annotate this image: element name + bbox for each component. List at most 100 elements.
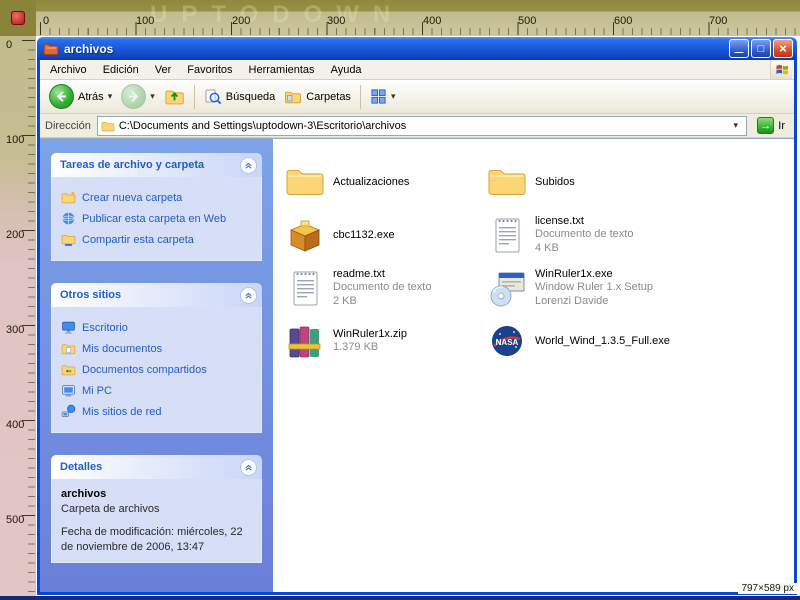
close-button[interactable]: × [773,39,793,58]
task-create-folder[interactable]: Crear nueva carpeta [61,190,252,205]
menu-bar: Archivo Edición Ver Favoritos Herramient… [40,60,794,80]
menu-edicion[interactable]: Edición [95,64,147,76]
place-label: Documentos compartidos [82,364,207,376]
go-button[interactable]: → Ir [753,117,789,134]
horizontal-ruler: UPTODOWN 0 100 200 300 400 500 600 700 [0,0,800,36]
file-tile-actualizaciones[interactable]: Actualizaciones [285,159,487,205]
folders-button[interactable]: Carpetas [281,86,354,108]
panel-file-tasks: Tareas de archivo y carpeta Crear nueva … [51,153,262,261]
ruler-tick-marks [40,22,800,35]
title-bar[interactable]: archivos — □ × [37,37,797,60]
task-share-folder[interactable]: Compartir esta carpeta [61,232,252,247]
ruler-app-icon [11,11,25,25]
file-tile-worldwind[interactable]: NASA World_Wind_1.3.5_Full.exe [487,318,794,364]
back-caret-icon: ▾ [108,91,113,102]
file-tile-subidos[interactable]: Subidos [487,159,794,205]
address-folder-icon [101,119,115,133]
place-label: Escritorio [82,322,128,334]
menu-herramientas[interactable]: Herramientas [241,64,323,76]
my-documents-icon [61,341,76,356]
address-dropdown-icon[interactable]: ▾ [728,120,743,131]
collapse-chevron-icon[interactable] [240,287,257,304]
panel-file-tasks-header[interactable]: Tareas de archivo y carpeta [51,153,262,177]
address-bar: Dirección C:\Documents and Settings\upto… [40,114,794,138]
place-desktop[interactable]: Escritorio [61,320,252,335]
text-file-icon [285,268,325,308]
file-type: Documento de texto [333,280,431,294]
file-name: readme.txt [333,268,431,280]
search-label: Búsqueda [226,91,276,103]
task-label: Compartir esta carpeta [82,234,194,246]
up-button[interactable] [161,84,188,109]
forward-icon [121,84,146,109]
search-button[interactable]: Búsqueda [201,86,279,108]
place-my-computer[interactable]: Mi PC [61,383,252,398]
collapse-chevron-icon[interactable] [240,459,257,476]
maximize-button[interactable]: □ [751,39,771,58]
forward-caret-icon: ▾ [150,91,155,102]
shared-documents-icon [61,362,76,377]
task-publish-web[interactable]: Publicar esta carpeta en Web [61,211,252,226]
folders-label: Carpetas [306,91,351,103]
ruler-tick-label: 0 [6,39,12,51]
network-places-icon [61,404,76,419]
file-name: Subidos [535,176,575,188]
file-tile-license[interactable]: license.txt Documento de texto 4 KB [487,212,794,258]
place-shared-documents[interactable]: Documentos compartidos [61,362,252,377]
ruler-corner [0,0,36,36]
winrar-archive-icon [285,321,325,361]
place-label: Mi PC [82,385,112,397]
file-size: 4 KB [535,241,633,255]
menu-ver[interactable]: Ver [147,64,180,76]
up-folder-icon [164,86,185,107]
place-my-documents[interactable]: Mis documentos [61,341,252,356]
panel-other-places-header[interactable]: Otros sitios [51,283,262,307]
panel-details-header[interactable]: Detalles [51,455,262,479]
ruler-tick-marks [22,40,35,596]
views-icon [370,88,387,105]
my-computer-icon [61,383,76,398]
panel-title: Detalles [60,461,102,473]
file-grid: Actualizaciones Subidos cbc1132.exe [285,159,794,364]
file-tile-winruler-zip[interactable]: WinRuler1x.zip 1.379 KB [285,318,487,364]
forward-button[interactable]: ▾ [118,82,158,111]
folder-icon [487,162,527,202]
panel-title: Otros sitios [60,289,121,301]
new-folder-icon [61,190,76,205]
place-label: Mis documentos [82,343,162,355]
file-publisher: Lorenzi Davide [535,294,653,308]
window-body: Archivo Edición Ver Favoritos Herramient… [37,60,797,595]
views-button[interactable]: ▾ [367,86,399,107]
go-arrow-icon: → [757,117,774,134]
menu-ayuda[interactable]: Ayuda [323,64,370,76]
address-label: Dirección [45,120,91,132]
file-tile-cbc1132[interactable]: cbc1132.exe [285,212,487,258]
folders-icon [284,88,302,106]
place-label: Mis sitios de red [82,406,161,418]
file-tile-winruler-exe[interactable]: WinRuler1x.exe Window Ruler 1.x Setup Lo… [487,265,794,311]
panel-details: Detalles archivos Carpeta de archivos Fe… [51,455,262,563]
minimize-button[interactable]: — [729,39,749,58]
file-name: cbc1132.exe [333,229,395,241]
folder-icon [285,162,325,202]
file-size: 1.379 KB [333,340,407,354]
go-label: Ir [778,120,785,132]
file-tile-readme[interactable]: readme.txt Documento de texto 2 KB [285,265,487,311]
installer-icon [487,268,527,308]
size-readout: 797×589 px [738,583,797,594]
back-button[interactable]: Atrás ▾ [46,82,115,111]
panel-other-places: Otros sitios Escritorio [51,283,262,433]
package-icon [285,215,325,255]
window-title: archivos [64,42,724,56]
panel-title: Tareas de archivo y carpeta [60,159,204,171]
back-label: Atrás [78,91,104,103]
address-input[interactable]: C:\Documents and Settings\uptodown-3\Esc… [119,120,724,132]
collapse-chevron-icon[interactable] [240,157,257,174]
address-field[interactable]: C:\Documents and Settings\uptodown-3\Esc… [97,116,747,136]
menu-favoritos[interactable]: Favoritos [179,64,240,76]
menu-archivo[interactable]: Archivo [42,64,95,76]
task-label: Publicar esta carpeta en Web [82,213,226,225]
place-network[interactable]: Mis sitios de red [61,404,252,419]
search-icon [204,88,222,106]
publish-web-icon [61,211,76,226]
